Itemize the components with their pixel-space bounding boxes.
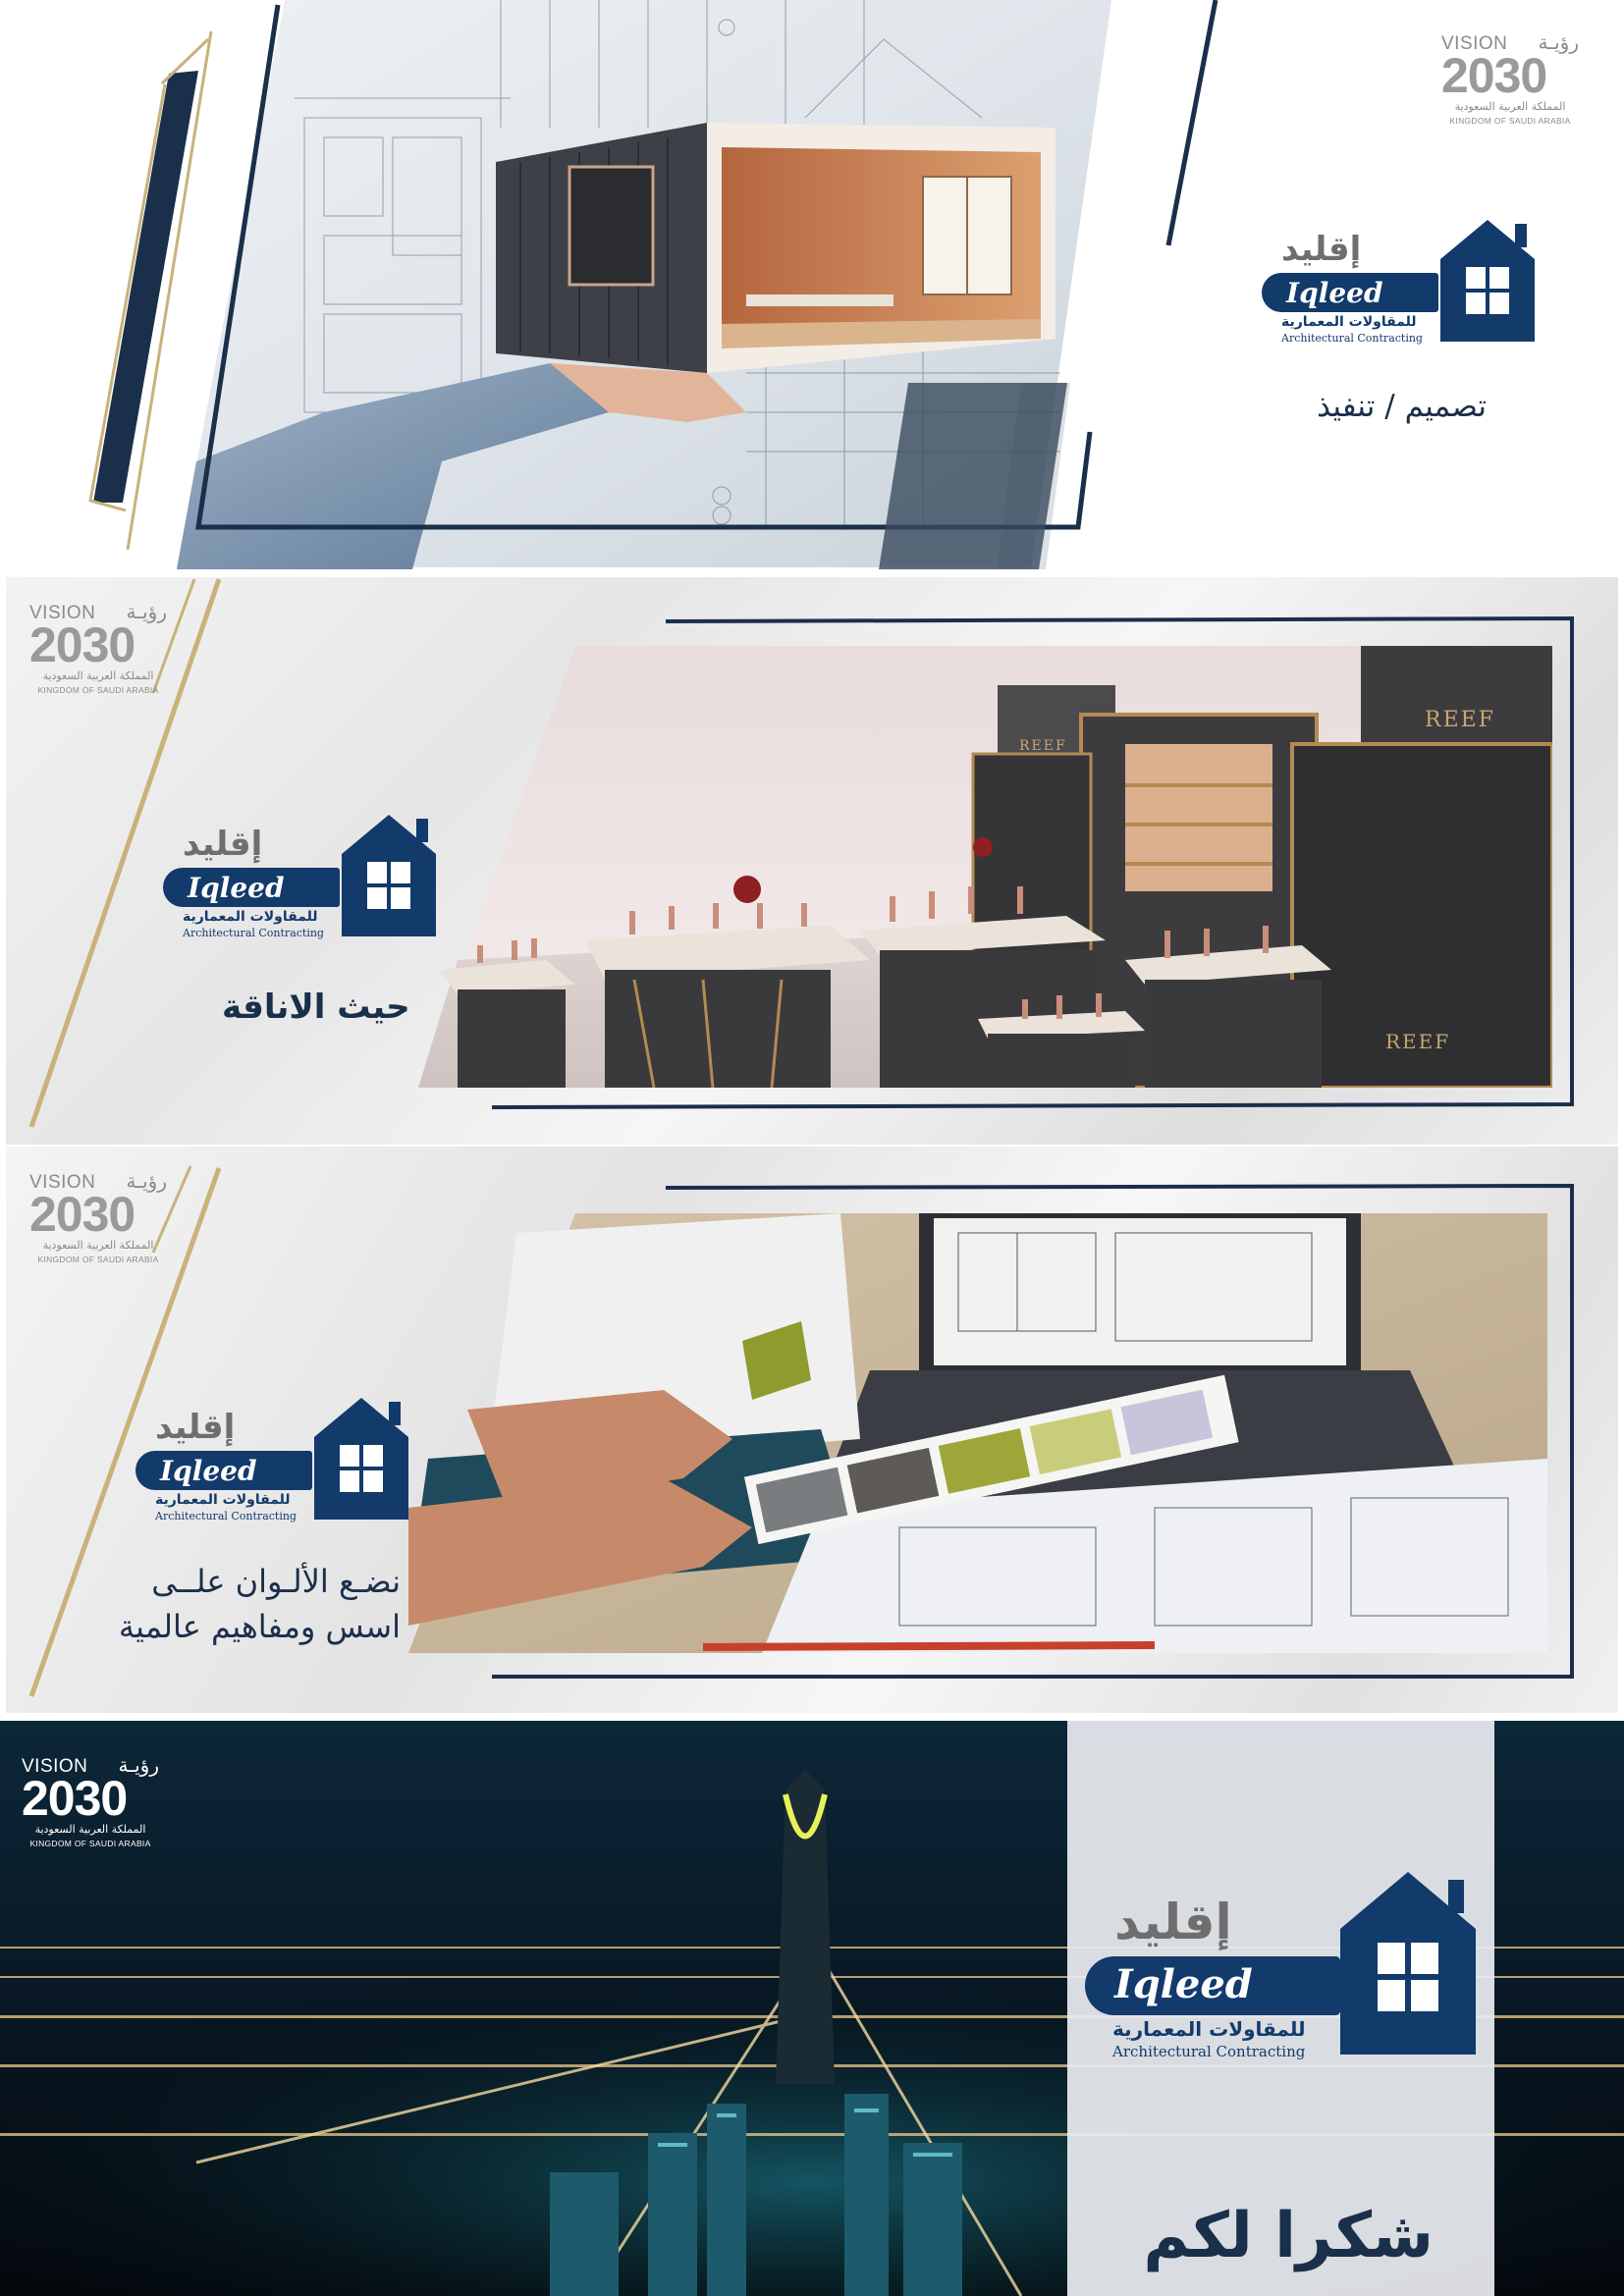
iqleed-logo: إقليد Iqleed للمقاولات المعمارية Archite… [1085, 1868, 1478, 2064]
vision-2030-logo: VISION رؤيـة 2030 المملكة العربية السعود… [22, 1753, 159, 1854]
brand-name-en: Iqleed [188, 872, 285, 904]
house-icon [1340, 1872, 1476, 2055]
thank-you-text: شكرا لكم [1143, 2200, 1434, 2272]
brand-name-en: Iqleed [1286, 277, 1383, 309]
vision-year: 2030 [22, 1771, 128, 1826]
vision-country-en: KINGDOM OF SAUDI ARABIA [29, 1839, 151, 1848]
vision-year: 2030 [29, 617, 135, 672]
brand-subtitle-ar: للمقاولات المعمارية [183, 909, 318, 925]
vision-2030-logo: VISION رؤيـة 2030 المملكة العربية السعود… [1441, 30, 1579, 132]
vision-country-ar: المملكة العربية السعودية [1454, 100, 1566, 113]
house-icon [314, 1398, 408, 1520]
booth-sign-2: REEF [1019, 738, 1067, 754]
vision-country-ar: المملكة العربية السعودية [42, 669, 154, 682]
color-swatch-image [408, 1213, 1547, 1653]
brand-subtitle-ar: للمقاولات المعمارية [1281, 314, 1417, 330]
brand-name-en: Iqleed [160, 1455, 257, 1487]
house-icon [1440, 220, 1535, 342]
boutique-booth-image: REEF REEF REEF [418, 646, 1552, 1088]
booth-sign-3: REEF [1385, 1030, 1450, 1053]
tagline-line-1: نضـع الألـوان علــى [151, 1563, 401, 1600]
brand-subtitle-ar: للمقاولات المعمارية [155, 1492, 291, 1508]
vision-year: 2030 [1441, 48, 1547, 103]
brand-name-ar: إقليد [155, 1408, 236, 1447]
vision-country-en: KINGDOM OF SAUDI ARABIA [37, 1255, 159, 1264]
brand-subtitle-ar: للمقاولات المعمارية [1112, 2017, 1306, 2041]
vision-country-en: KINGDOM OF SAUDI ARABIA [37, 685, 159, 695]
iqleed-logo: إقليد Iqleed للمقاولات المعمارية Archite… [163, 811, 438, 943]
booth-sign-1: REEF [1425, 708, 1495, 732]
brand-subtitle-en: Architectural Contracting [183, 927, 324, 939]
brand-name-en: Iqleed [1114, 1961, 1253, 2007]
brand-subtitle-en: Architectural Contracting [1281, 332, 1423, 345]
slide-design-execute: VISION رؤيـة 2030 المملكة العربية السعود… [0, 0, 1624, 569]
vision-country-ar: المملكة العربية السعودية [34, 1823, 146, 1836]
vision-2030-logo: VISION رؤيـة 2030 المملكة العربية السعود… [29, 600, 167, 701]
iqleed-logo: إقليد Iqleed للمقاولات المعمارية Archite… [135, 1394, 410, 1526]
brand-subtitle-en: Architectural Contracting [1112, 2043, 1306, 2060]
brand-name-ar: إقليد [1281, 230, 1362, 269]
brand-name-ar: إقليد [1114, 1894, 1232, 1950]
tagline-line-2: اسس ومفاهيم عالمية [118, 1608, 401, 1645]
vision-country-ar: المملكة العربية السعودية [42, 1239, 154, 1252]
vision-country-en: KINGDOM OF SAUDI ARABIA [1449, 116, 1571, 126]
slide-thank-you: VISION رؤيـة 2030 المملكة العربية السعود… [0, 1721, 1624, 2296]
tagline: حيث الاناقة [222, 988, 410, 1027]
brand-name-ar: إقليد [183, 825, 263, 864]
tagline: تصميم / تنفيذ [1317, 389, 1487, 424]
brand-subtitle-en: Architectural Contracting [155, 1510, 297, 1522]
slide-colors: VISION رؤيـة 2030 المملكة العربية السعود… [6, 1147, 1618, 1713]
iqleed-logo: إقليد Iqleed للمقاولات المعمارية Archite… [1262, 216, 1537, 348]
slide-elegance: REEF REEF REEF VISION رؤيـة 2030 المملكة… [6, 577, 1618, 1145]
vision-2030-logo: VISION رؤيـة 2030 المملكة العربية السعود… [29, 1169, 167, 1270]
house-icon [342, 815, 436, 936]
vision-year: 2030 [29, 1187, 135, 1242]
